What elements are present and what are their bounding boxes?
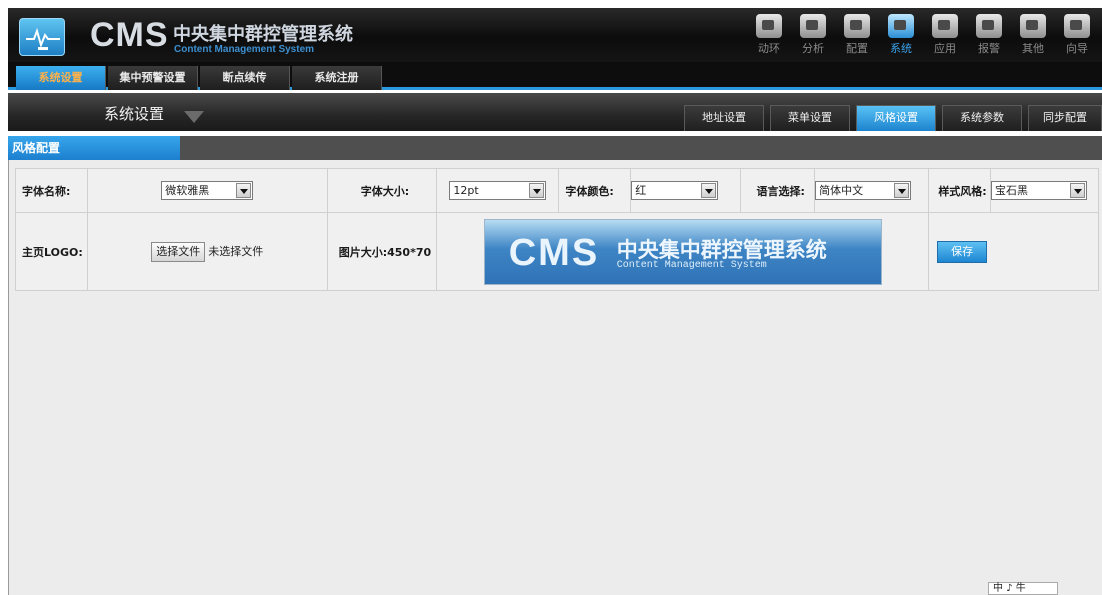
subtab-sync[interactable]: 同步配置 [1028,105,1102,131]
nav-label: 报警 [978,42,1000,55]
font-name-value: 微软雅黑 [165,184,210,197]
tab-resume-transfer[interactable]: 断点续传 [200,66,290,90]
subtab-address[interactable]: 地址设置 [684,105,764,131]
style-cell: 宝石黑 [989,168,1100,213]
language-cell: 简体中文 [814,168,930,213]
preview-title-en: Content Management System [616,259,767,271]
alarm-icon [976,14,1002,38]
font-color-value: 红 [635,184,647,197]
chevron-down-icon [894,183,910,198]
nav-label: 动环 [758,42,780,55]
logo-preview-image: CMS 中央集中群控管理系统 Content Management System [483,218,882,285]
language-label: 语言选择: [740,168,816,213]
logo-label: 主页LOGO: [15,212,88,291]
section-bar: 系统设置 地址设置 菜单设置 风格设置 系统参数 同步配置 [8,93,1102,131]
tab-system-settings[interactable]: 系统设置 [16,66,106,90]
style-select[interactable]: 宝石黑 [990,181,1087,200]
nav-label: 系统 [890,42,912,55]
subtab-menu[interactable]: 菜单设置 [770,105,850,131]
nav-wizard[interactable]: 向导 [1058,14,1096,56]
file-status: 未选择文件 [208,244,264,258]
table-row: 字体名称: 微软雅黑 字体大小: 12pt 字体颜色: 红 语言选择: 简体中文… [15,168,1100,213]
preview-brand: CMS [508,231,600,274]
nav-application[interactable]: 应用 [926,14,964,56]
chevron-down-icon [529,183,545,198]
nav-label: 向导 [1066,42,1088,55]
user-chart-icon [800,14,826,38]
app-header: CMS 中央集中群控管理系统 Content Management System… [8,0,1102,62]
app-icon [932,14,958,38]
monitor-logo-icon [19,18,65,56]
font-color-label: 字体颜色: [558,168,632,213]
style-label: 样式风格: [928,168,991,213]
nav-system[interactable]: 系统 [882,14,920,56]
chevron-down-icon [1069,183,1085,198]
logo-file-cell: 选择文件 未选择文件 [86,212,328,291]
config-icon [844,14,870,38]
brand-title-cn: 中央集中群控管理系统 [173,24,353,45]
font-size-value: 12pt [453,184,479,197]
top-tab-strip: 系统设置 集中预警设置 断点续传 系统注册 [8,62,1102,90]
subtab-params[interactable]: 系统参数 [942,105,1022,131]
monitor-icon [756,14,782,38]
font-size-cell: 12pt [436,168,560,213]
system-icon [888,14,914,38]
tab-alert-settings[interactable]: 集中预警设置 [108,66,198,90]
logo-preview-cell: CMS 中央集中群控管理系统 Content Management System [436,212,930,291]
table-row: 主页LOGO: 选择文件 未选择文件 图片大小:450*70 CMS 中央集中群控… [15,212,1099,291]
language-select[interactable]: 简体中文 [815,181,912,200]
nav-analysis[interactable]: 分析 [794,14,832,56]
nav-config[interactable]: 配置 [838,14,876,56]
panel-title: 风格配置 [8,136,180,160]
content-area: 字体名称: 微软雅黑 字体大小: 12pt 字体颜色: 红 语言选择: 简体中文… [8,160,1102,595]
language-value: 简体中文 [819,184,864,197]
section-title: 系统设置 [104,105,165,123]
nav-label: 其他 [1022,42,1044,55]
brand-title-en: Content Management System [174,44,315,55]
section-pointer-icon [184,111,204,123]
image-size-label: 图片大小:450*70 [326,212,438,291]
style-value: 宝石黑 [994,184,1028,197]
font-name-cell: 微软雅黑 [86,168,328,213]
font-size-select[interactable]: 12pt [449,181,547,200]
nav-dynamic-ring[interactable]: 动环 [750,14,788,56]
font-name-label: 字体名称: [15,168,88,213]
other-icon [1020,14,1046,38]
save-cell: 保存 [928,212,1099,291]
nav-label: 分析 [802,42,824,55]
save-button[interactable]: 保存 [937,240,988,263]
ime-status-bar[interactable]: 中 ♪ 牛 [988,582,1058,595]
style-config-table: 字体名称: 微软雅黑 字体大小: 12pt 字体颜色: 红 语言选择: 简体中文… [15,168,1100,291]
font-color-cell: 红 [630,168,742,213]
wizard-icon [1064,14,1090,38]
nav-label: 配置 [846,42,868,55]
main-nav: 动环 分析 配置 系统 应用 报警 其他 向导 [750,14,1096,56]
chevron-down-icon [701,183,717,198]
subtab-style[interactable]: 风格设置 [856,105,936,131]
panel-header: 风格配置 [8,136,1102,160]
choose-file-button[interactable]: 选择文件 [151,241,206,262]
font-color-select[interactable]: 红 [631,181,719,200]
font-size-label: 字体大小: [326,168,438,213]
brand-logo: CMS [90,16,169,54]
nav-label: 应用 [934,42,956,55]
tab-system-register[interactable]: 系统注册 [292,66,382,90]
nav-alarm[interactable]: 报警 [970,14,1008,56]
chevron-down-icon [236,183,252,198]
font-name-select[interactable]: 微软雅黑 [161,181,254,200]
nav-other[interactable]: 其他 [1014,14,1052,56]
